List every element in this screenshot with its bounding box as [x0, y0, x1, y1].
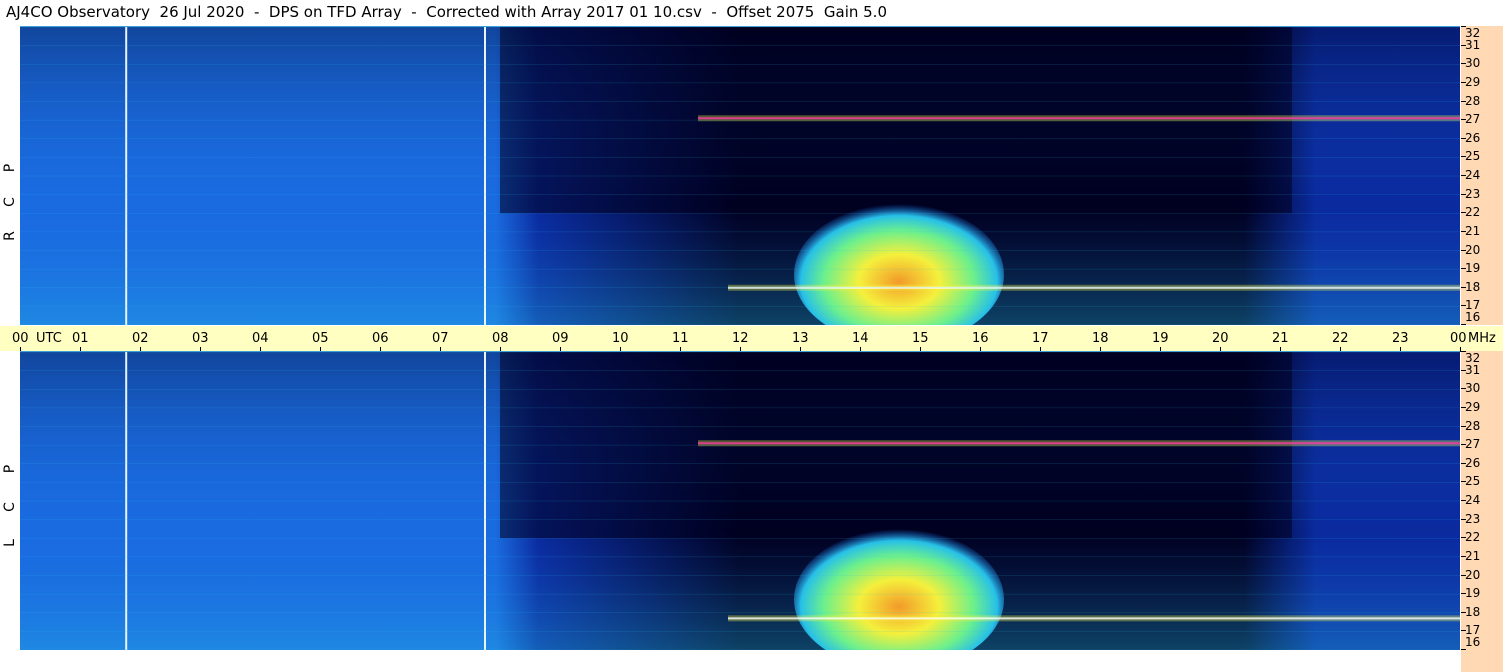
rcp-pol-strip: P C R [0, 26, 20, 325]
frequency-tick-label: 31 [1465, 38, 1481, 52]
frequency-tick-label: 30 [1465, 381, 1481, 395]
utc-hour-label: 06 [372, 331, 389, 346]
utc-hour-label: 07 [432, 331, 449, 346]
utc-hour-label: 23 [1392, 331, 1409, 346]
utc-hour-label: 12 [732, 331, 749, 346]
spectrogram-canvas [20, 352, 1460, 650]
utc-hour-label: 16 [972, 331, 989, 346]
frequency-tick-label: 18 [1465, 605, 1481, 619]
lcp-spectrogram [20, 351, 1460, 650]
rcp-pol-letter-p: P [2, 163, 18, 173]
frequency-tick-label: 27 [1465, 437, 1481, 451]
utc-hour-label: 18 [1092, 331, 1109, 346]
frequency-tick-label: 20 [1465, 568, 1481, 582]
frequency-tick-label: 23 [1465, 512, 1481, 526]
frequency-tick-label: 28 [1465, 94, 1481, 108]
utc-hour-label: 13 [792, 331, 809, 346]
frequency-tick-label: 16 [1465, 310, 1481, 324]
frequency-tick-label: 29 [1465, 400, 1481, 414]
mhz-unit-label: MHz [1468, 331, 1496, 346]
rcp-frequency-axis: 32 31 30 29 28 27 26 25 24 23 22 21 20 19 18 17 16 [1461, 26, 1503, 325]
lcp-pol-letter-c: C [2, 502, 18, 512]
utc-hour-label: 02 [132, 331, 149, 346]
utc-hour-label: 15 [912, 331, 929, 346]
utc-hour-label: 01 [72, 331, 89, 346]
lcp-pol-strip: P C L [0, 351, 20, 672]
utc-hour-label: 19 [1152, 331, 1169, 346]
lcp-pol-letter-p: P [2, 464, 18, 474]
utc-hour-label: 10 [612, 331, 629, 346]
frequency-tick-label: 18 [1465, 280, 1481, 294]
frequency-tick-label: 24 [1465, 168, 1481, 182]
utc-hour-label: 09 [552, 331, 569, 346]
frequency-tick-label: 24 [1465, 493, 1481, 507]
utc-hour-label: 03 [192, 331, 209, 346]
utc-hour-label: 04 [252, 331, 269, 346]
frequency-tick [1461, 649, 1466, 650]
chart-title: AJ4CO Observatory 26 Jul 2020 - DPS on T… [0, 0, 1461, 26]
lcp-frequency-axis: 32 31 30 29 28 27 26 25 24 23 22 21 20 19 18 17 16 [1461, 351, 1503, 672]
frequency-tick-label: 16 [1465, 635, 1481, 649]
utc-hour-label: 17 [1032, 331, 1049, 346]
frequency-tick-label: 25 [1465, 474, 1481, 488]
frequency-tick-label: 27 [1465, 112, 1481, 126]
utc-hour-label: 08 [492, 331, 509, 346]
utc-hour-label: 00 [1450, 331, 1467, 346]
frequency-tick-label: 30 [1465, 56, 1481, 70]
frequency-tick-label: 19 [1465, 261, 1481, 275]
frequency-tick-label: 26 [1465, 456, 1481, 470]
utc-hour-label: 14 [852, 331, 869, 346]
frequency-tick-label: 23 [1465, 187, 1481, 201]
utc-hour-label: 21 [1272, 331, 1289, 346]
frequency-tick-label: 31 [1465, 363, 1481, 377]
lcp-pol-letter-l: L [2, 539, 18, 547]
frequency-tick-label: 20 [1465, 243, 1481, 257]
utc-hour-label: 20 [1212, 331, 1229, 346]
frequency-tick-label: 21 [1465, 224, 1481, 238]
utc-time-axis: 00 UTC 01 02 03 04 05 06 07 08 09 10 11 12 13 14 15 16 17 1… [0, 325, 1503, 352]
spectrogram-canvas [20, 27, 1460, 325]
utc-hour-label: 22 [1332, 331, 1349, 346]
rcp-pol-letter-c: C [2, 197, 18, 207]
frequency-tick-label: 21 [1465, 549, 1481, 563]
rcp-spectrogram [20, 26, 1460, 325]
rcp-pol-letter-r: R [2, 231, 18, 241]
utc-hour-label: 11 [672, 331, 689, 346]
frequency-tick-label: 22 [1465, 530, 1481, 544]
utc-hour-label: 00 [12, 331, 29, 346]
frequency-tick-label: 22 [1465, 205, 1481, 219]
frequency-tick-label: 29 [1465, 75, 1481, 89]
utc-hour-label: 05 [312, 331, 329, 346]
utc-unit-label: UTC [36, 331, 62, 346]
frequency-tick-label: 28 [1465, 419, 1481, 433]
frequency-tick-label: 19 [1465, 586, 1481, 600]
frequency-tick-label: 26 [1465, 131, 1481, 145]
frequency-tick-label: 25 [1465, 149, 1481, 163]
